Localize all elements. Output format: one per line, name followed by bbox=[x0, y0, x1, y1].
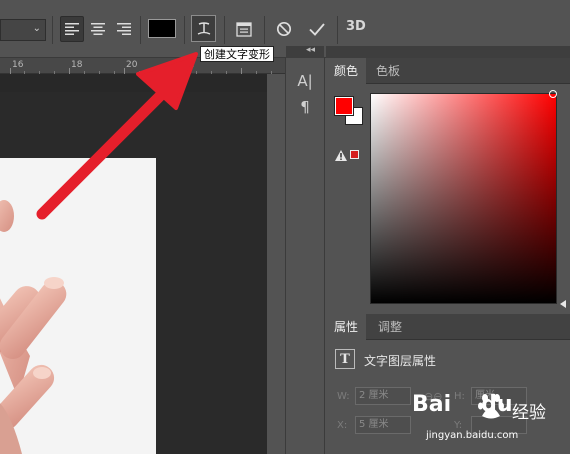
watermark-cn: 经验 bbox=[512, 403, 546, 423]
watermark-url: jingyan.baidu.com bbox=[426, 430, 519, 441]
warp-text-tooltip: 创建文字变形 bbox=[200, 46, 274, 62]
annotation-arrow bbox=[36, 52, 198, 220]
baidu-paw-icon bbox=[478, 394, 504, 419]
